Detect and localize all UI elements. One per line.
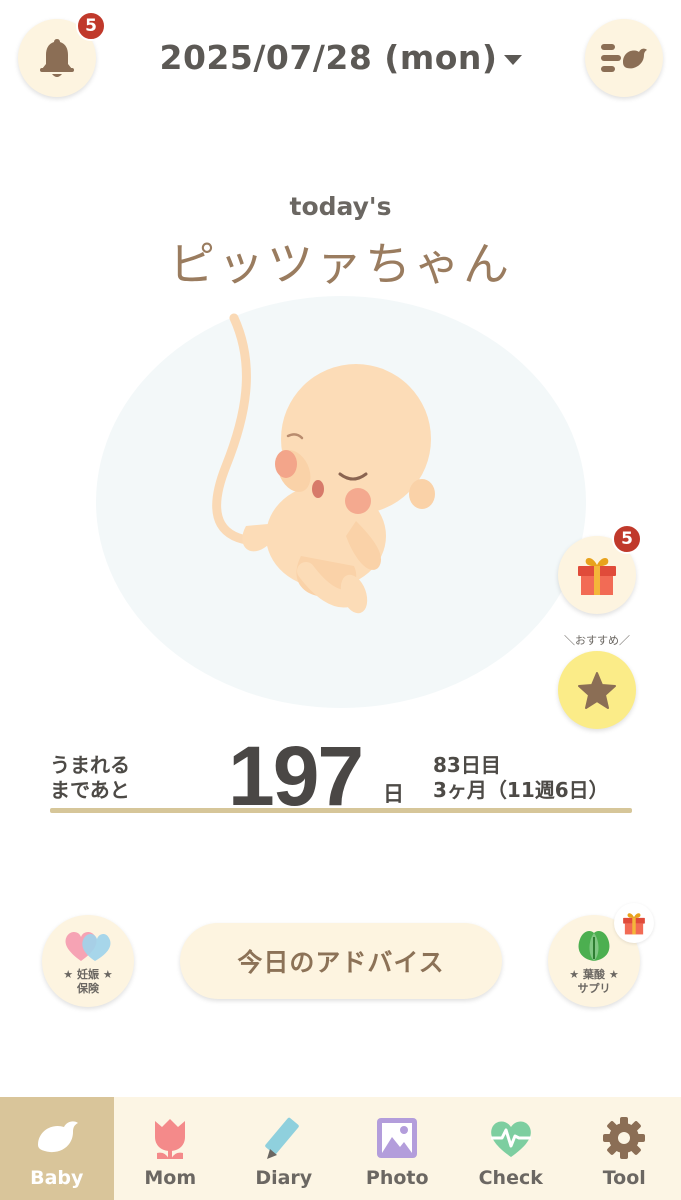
nav-mom[interactable]: Mom [114,1097,228,1200]
pregnancy-progress: 83日目 3ヶ月（11週6日） [433,753,609,803]
nav-label-check: Check [478,1167,543,1189]
supplement-button[interactable]: ★ 葉酸 ★ サプリ [548,903,654,1007]
supplement-gift-badge [614,903,654,943]
nav-check[interactable]: Check [454,1097,568,1200]
pencil-icon [264,1117,299,1159]
nav-photo[interactable]: Photo [341,1097,455,1200]
gift-icon [578,558,616,595]
supplement-line2: サプリ [577,982,611,995]
menu-bird-icon [601,44,647,72]
nav-tool[interactable]: Tool [568,1097,681,1200]
nav-label-diary: Diary [255,1167,313,1189]
photo-icon [377,1118,418,1158]
lettuce-icon [578,931,610,961]
menu-button[interactable] [585,19,663,97]
due-label-line1: うまれる [50,753,130,777]
due-countdown-label: うまれる まであと [50,753,130,803]
recommend-label: ＼おすすめ／ [564,634,630,647]
bird-icon [37,1121,78,1153]
today-advice-button[interactable]: 今日のアドバイス [180,923,502,999]
notification-count-badge: 5 [76,11,106,41]
supplement-line1: ★ 葉酸 ★ [569,968,619,981]
today-label: today's [289,192,392,221]
fetus-illustration [212,313,435,614]
supplement-caption: ★ 葉酸 ★ サプリ [548,968,640,996]
gear-icon [603,1117,646,1159]
nav-baby[interactable]: Baby [0,1097,114,1200]
date-text: 2025/07/28 (mon) [159,38,498,77]
days-elapsed: 83日目 [433,753,501,777]
gift-count-badge: 5 [612,524,642,554]
insurance-line1: ★ 妊娠 ★ [63,968,113,981]
chevron-down-icon [503,54,522,65]
heartbeat-icon [490,1121,531,1157]
recommend-button[interactable] [558,651,636,729]
gift-icon [623,913,645,935]
nav-label-tool: Tool [602,1167,646,1189]
months-weeks: 3ヶ月（11週6日） [433,778,609,802]
hearts-icon [65,931,111,961]
days-unit: 日 [383,782,404,806]
nav-label-mom: Mom [144,1167,197,1189]
nav-diary[interactable]: Diary [227,1097,341,1200]
tulip-icon [155,1119,186,1159]
gift-button[interactable]: 5 [558,524,642,614]
divider [50,808,632,813]
date-selector[interactable]: 2025/07/28 (mon) [0,38,681,77]
due-label-line2: まであと [50,778,130,802]
star-icon [578,672,616,709]
insurance-caption: ★ 妊娠 ★ 保険 [42,968,134,996]
insurance-button[interactable]: ★ 妊娠 ★ 保険 [42,915,134,1007]
nav-label-photo: Photo [365,1167,429,1189]
baby-name: ピッツァちゃん [169,237,512,291]
nav-label-baby: Baby [30,1167,84,1189]
bottom-nav: Baby Mom Diary Photo Check Tool [0,1097,681,1200]
insurance-line2: 保険 [77,982,99,995]
